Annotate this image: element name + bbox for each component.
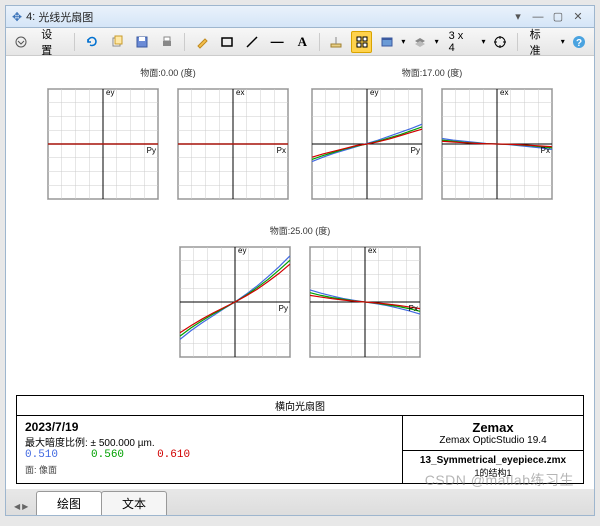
date: 2023/7/19 [25,420,394,434]
product-name: Zemax OpticStudio 19.4 [405,435,581,446]
svg-text:ex: ex [368,246,376,255]
svg-text:ex: ex [236,88,244,97]
tab-bar: ◀▶ 绘图 文本 [6,489,594,515]
rect-button[interactable] [216,31,237,53]
ruler-button[interactable] [326,31,347,53]
standard-button[interactable]: 标准 [524,31,557,53]
maximize-button[interactable]: ▢ [548,10,568,23]
ray-fan-plot-py: Py ey [170,237,300,367]
ray-fan-plot-px: Px ex [300,237,430,367]
ray-fan-plot-py: Py ey [302,79,432,209]
svg-text:Px: Px [409,304,418,313]
svg-text:Py: Py [279,304,288,313]
dash-button[interactable]: — [267,31,288,53]
expand-button[interactable] [10,31,31,53]
tab-plot[interactable]: 绘图 [36,491,102,515]
filename: 13_Symmetrical_eyepiece.zmx [405,455,581,466]
zoom-dd-icon[interactable]: ▾ [482,37,486,46]
tab-text[interactable]: 文本 [101,491,167,515]
ray-fan-plot-px: Px ex [168,79,298,209]
wavelength-red: 0.610 [157,449,190,461]
svg-text:ey: ey [238,246,246,255]
print-button[interactable] [157,31,178,53]
svg-text:ex: ex [500,88,508,97]
zoom-label[interactable]: 3 x 4 [443,31,478,53]
surface-label: 面: 像面 [25,463,394,476]
title-bar: ✥ 4: 光线光扇图 ▾ — ▢ ✕ [6,6,594,28]
wavelength-blue: 0.510 [25,449,58,461]
minimize-button[interactable]: — [528,11,548,23]
layers-dd-icon[interactable]: ▾ [435,37,439,46]
chart-group-0: 物面:0.00 (度) Py ey Px ex [38,66,298,209]
group-label: 物面:25.00 (度) [270,224,331,237]
pencil-button[interactable] [191,31,212,53]
chart-area: 物面:0.00 (度) Py ey Px ex 物面:17.00 (度) Py ey … [6,56,594,395]
dropdown-button[interactable]: ▾ [508,10,528,23]
toolbar: 设置 — A ▾ ▾ 3 x 4 ▾ 标准 ▾ ? [6,28,594,56]
settings-button[interactable]: 设置 [35,31,68,53]
copy-button[interactable] [106,31,127,53]
svg-text:?: ? [576,38,582,49]
window-icon: ✥ [12,10,22,24]
standard-dd-icon[interactable]: ▾ [561,37,565,46]
ray-fan-plot-px: Px ex [432,79,562,209]
window-index: 4: [26,11,35,23]
svg-text:Py: Py [411,146,420,155]
scale-line: 最大暗度比例: ± 500.000 µm. [25,434,394,449]
window-icon-button[interactable] [376,31,397,53]
chart-group-1: 物面:17.00 (度) Py ey Px ex [302,66,562,209]
help-button[interactable]: ? [569,31,590,53]
wavelength-green: 0.560 [91,449,124,461]
target-button[interactable] [490,31,511,53]
ray-fan-plot-py: Py ey [38,79,168,209]
svg-text:Px: Px [541,146,550,155]
svg-text:ey: ey [106,88,114,97]
chart-group-2: 物面:25.00 (度) Py ey Px ex [170,224,430,367]
tab-scroll-buttons[interactable]: ◀▶ [14,502,28,511]
close-button[interactable]: ✕ [568,10,588,23]
brand-name: Zemax [405,420,581,435]
window-title: 光线光扇图 [38,9,93,25]
svg-text:Py: Py [147,146,156,155]
grid-button[interactable] [351,31,372,53]
watermark: CSDN @matlab练习生 [425,470,574,490]
svg-text:Px: Px [277,146,286,155]
svg-text:ey: ey [370,88,378,97]
group-label: 物面:17.00 (度) [402,66,463,79]
layers-button[interactable] [409,31,430,53]
refresh-button[interactable] [81,31,102,53]
window-dd-icon[interactable]: ▾ [401,37,405,46]
line-button[interactable] [241,31,262,53]
panel-title: 横向光扇图 [17,396,583,416]
text-tool-button[interactable]: A [292,31,313,53]
group-label: 物面:0.00 (度) [140,66,196,79]
save-button[interactable] [132,31,153,53]
